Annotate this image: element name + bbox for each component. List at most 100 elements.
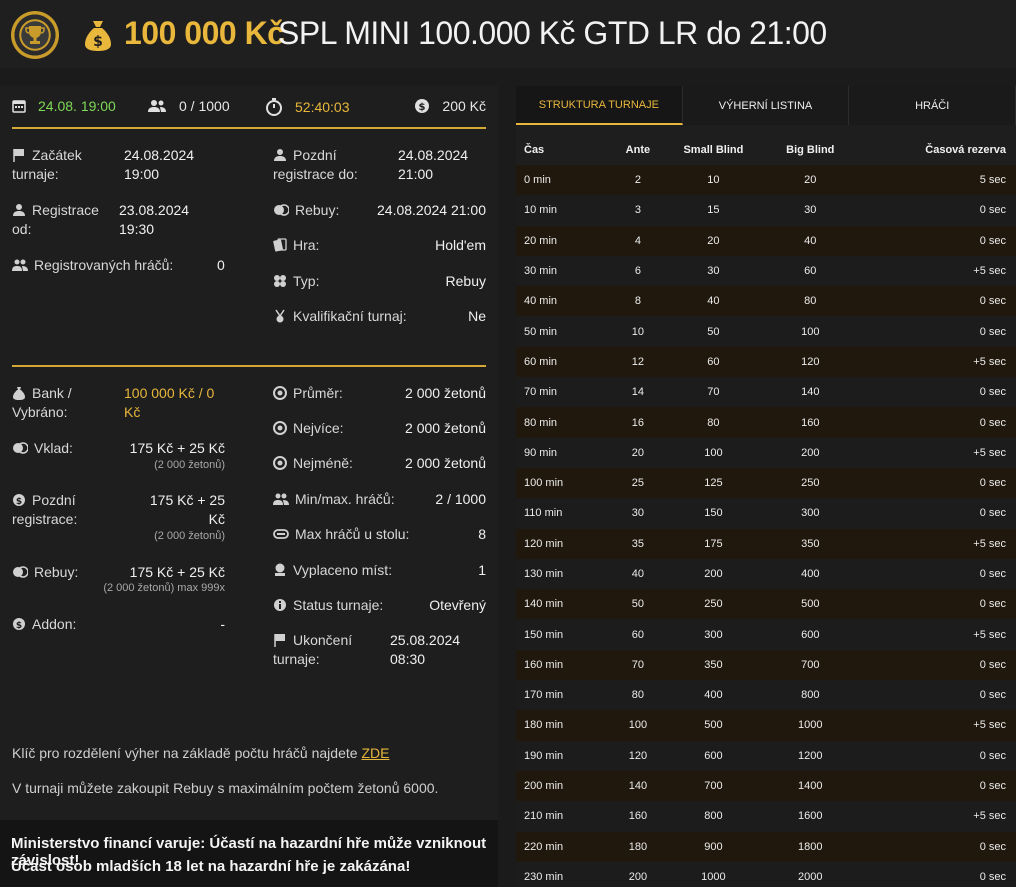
svg-text:$: $	[16, 621, 22, 631]
col-time-bank: Časová rezerva	[925, 144, 1006, 156]
table-row: 40 min 8 40 80 0 sec	[516, 286, 1016, 317]
table-row: 50 min 10 50 100 0 sec	[516, 316, 1016, 347]
table-row: 30 min 6 30 60 +5 sec	[516, 255, 1016, 287]
info-icon	[273, 598, 287, 612]
bank-value: 100 000 Kč / 0 Kč	[124, 385, 215, 420]
table-cell: 210 min	[516, 801, 616, 832]
table-cell: 180	[616, 831, 660, 862]
gambling-warning: Ministerstvo financí varuje: Účastí na h…	[0, 820, 498, 887]
table-cell: 0 sec	[853, 558, 1016, 590]
reg-from-label: Registrace od:	[12, 202, 99, 237]
addon-value: -	[220, 616, 225, 632]
table-cell: 80	[767, 286, 854, 317]
users-icon	[273, 492, 289, 506]
table-cell: 300	[767, 498, 854, 529]
addon-label: $ Addon:	[12, 615, 76, 634]
table-cell: 800	[659, 801, 768, 832]
table-cell: 500	[659, 710, 768, 741]
payout-key-text: Klíč pro rozdělení výher na základě počt…	[12, 745, 390, 761]
table-cell: 40	[767, 225, 854, 256]
table-cell: 120 min	[516, 528, 616, 559]
table-cell: +5 sec	[853, 437, 1016, 468]
table-row: 100 min 25 125 250 0 sec	[516, 467, 1016, 499]
table-cell: 120	[616, 740, 660, 771]
table-cell: 350	[767, 528, 854, 559]
col-small-blind: Small Blind	[683, 144, 744, 156]
table-cell: 140	[616, 770, 660, 802]
tournament-prize: 100 000 Kč	[124, 15, 285, 51]
end-value: 25.08.2024 08:30	[390, 632, 461, 667]
summary-countdown: 52:40:03	[265, 98, 350, 116]
status-label: Status turnaje:	[273, 596, 383, 615]
table-row: 70 min 14 70 140 0 sec	[516, 377, 1016, 408]
table-cell: 130 min	[516, 558, 616, 590]
table-cell: 0 sec	[853, 225, 1016, 256]
users-icon	[147, 99, 167, 113]
table-row: 220 min 180 900 1800 0 sec	[516, 831, 1016, 862]
table-cell: 70	[659, 377, 768, 408]
avg-value: 2 000 žetonů	[405, 385, 486, 401]
table-cell: 200 min	[516, 770, 616, 802]
table-cell: 0 sec	[853, 377, 1016, 408]
table-cell: 100	[767, 316, 854, 347]
table-cell: 0 sec	[853, 498, 1016, 529]
status-value: Otevřený	[429, 597, 486, 613]
col-time: Čas	[524, 144, 545, 156]
reg-from-value: 23.08.2024 19:30	[119, 202, 190, 237]
suits-icon	[273, 274, 287, 288]
game-value: Hold'em	[435, 237, 486, 253]
table-row: 230 min 200 1000 2000 0 sec	[516, 861, 1016, 887]
table-cell: 140 min	[516, 589, 616, 620]
table-cell: 220 min	[516, 831, 616, 862]
table-cell: 15	[659, 195, 768, 226]
table-cell: 0 sec	[853, 589, 1016, 620]
tab-players[interactable]: HRÁČI	[849, 86, 1016, 125]
rebuy-value: 24.08.2024 21:00	[377, 202, 486, 218]
registered-value: 0	[217, 257, 225, 273]
deposit-value: 175 Kč + 25 Kč	[129, 440, 225, 456]
flag-icon	[12, 148, 26, 162]
summary-bar: 24.08. 19:00 0 / 1000 52:40:03 $ 200 Kč	[12, 96, 486, 120]
type-label: Typ:	[273, 272, 319, 291]
cards-icon	[273, 238, 287, 252]
qual-label: Kvalifikační turnaj:	[273, 307, 407, 326]
table-cell: 0 sec	[853, 831, 1016, 862]
table-cell: 25	[616, 467, 660, 499]
table-cell: 80	[616, 680, 660, 711]
table-cell: 60	[767, 255, 854, 287]
table-cell: 0 sec	[853, 467, 1016, 499]
table-cell: +5 sec	[853, 801, 1016, 832]
table-cell: 30 min	[516, 255, 616, 287]
col-ante: Ante	[625, 144, 651, 156]
table-cell: 3	[616, 195, 660, 226]
table-cell: 500	[767, 589, 854, 620]
summary-players: 0 / 1000	[147, 98, 230, 114]
table-cell: 100	[659, 437, 768, 468]
money-bag-icon: $	[85, 21, 111, 51]
divider	[12, 365, 486, 367]
table-cell: 5 sec	[853, 165, 1016, 196]
table-row: 190 min 120 600 1200 0 sec	[516, 740, 1016, 771]
table-cell: 0 sec	[853, 649, 1016, 681]
qual-value: Ne	[468, 308, 486, 324]
tab-structure[interactable]: STRUKTURA TURNAJE	[516, 86, 683, 125]
table-cell: 0 sec	[853, 770, 1016, 802]
start-label: Začátek turnaje:	[12, 147, 82, 182]
svg-text:$: $	[93, 34, 103, 50]
table-cell: 800	[767, 680, 854, 711]
tab-payouts[interactable]: VÝHERNÍ LISTINA	[682, 86, 850, 125]
table-cell: 1200	[767, 740, 854, 771]
table-cell: 12	[616, 346, 660, 378]
payout-key-link[interactable]: ZDE	[361, 745, 389, 761]
table-cell: 40	[659, 286, 768, 317]
bank-label: Bank / Vybráno:	[12, 385, 72, 420]
table-cell: 110 min	[516, 498, 616, 529]
table-cell: 20 min	[516, 225, 616, 256]
svg-text:$: $	[16, 497, 22, 507]
table-cell: 200	[659, 558, 768, 590]
rebuy-money-label: Rebuy:	[12, 563, 78, 582]
table-cell: 35	[616, 528, 660, 559]
late-reg-label: Pozdní registrace do:	[273, 147, 358, 182]
table-cell: 160	[616, 801, 660, 832]
table-cell: 60 min	[516, 346, 616, 378]
